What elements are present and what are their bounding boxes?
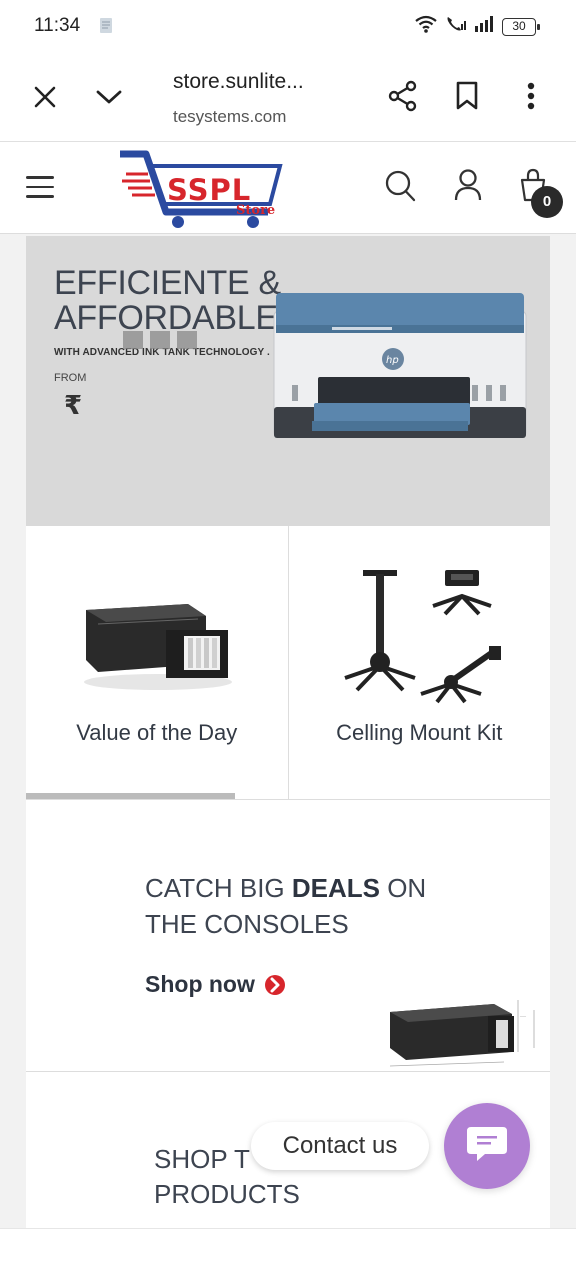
site-logo[interactable]: SSPL Store [118,150,283,230]
hero-placeholder-squares [123,331,197,349]
chat-button[interactable] [444,1103,530,1189]
svg-text:hp: hp [386,355,399,366]
shop-title-line2: PRODUCTS [154,1179,300,1209]
shop-now-link[interactable]: Shop now [145,971,255,998]
site-header: SSPL Store [0,142,576,234]
account-icon[interactable] [454,169,482,206]
signal-icon [474,15,496,38]
chat-icon [465,1124,509,1169]
url-title[interactable]: store.sunlite... [173,70,304,94]
arrow-right-icon[interactable] [264,974,286,1001]
menu-icon[interactable] [26,176,54,200]
more-vert-icon[interactable] [520,80,542,112]
hero-title-line1: EFFICIENTE & [54,264,281,302]
hero-printer-image: hp [272,291,532,456]
slider-scrollbar[interactable] [26,793,235,799]
notification-icon [97,16,115,39]
logo-text: SSPL [167,173,252,207]
status-indicators: 30 [414,14,540,39]
call-signal-icon [444,14,468,39]
hero-banner[interactable]: EFFICIENTE & AFFORDABLE. WITH ADVANCED I… [26,236,550,526]
battery-icon: 30 [502,17,540,36]
printer-image [78,594,238,699]
deals-title-post: ON [379,873,427,903]
ceiling-mount-image [341,568,503,713]
logo-store-text: Store [236,203,276,218]
svg-text:___: ___ [519,1012,527,1017]
share-icon[interactable] [386,79,420,113]
deals-banner[interactable]: CATCH BIG DEALS ON THE CONSOLES Shop now… [26,800,550,1072]
status-bar: 11:34 30 [0,0,576,52]
hero-title: EFFICIENTE & AFFORDABLE. [54,266,287,336]
deals-title-pre: CATCH BIG [145,873,292,903]
wifi-icon [414,14,438,39]
status-time: 11:34 [34,15,81,36]
bottom-area [0,1228,576,1280]
url-domain[interactable]: tesystems.com [173,107,286,127]
page-content: EFFICIENTE & AFFORDABLE. WITH ADVANCED I… [26,236,550,1228]
deals-printer-image: ___ [384,990,554,1075]
hero-from-label: FROM [54,372,87,384]
deals-title: CATCH BIG DEALS ON THE CONSOLES [145,870,426,942]
bookmark-icon[interactable] [453,80,481,112]
chevron-down-icon[interactable] [93,82,125,112]
contact-us-label[interactable]: Contact us [251,1122,429,1170]
tile-label: Celling Mount Kit [336,720,503,745]
tile-label: Value of the Day [76,720,238,745]
close-icon[interactable] [30,82,60,112]
rupee-icon: ₹ [64,390,83,420]
browser-toolbar: store.sunlite... tesystems.com [0,52,576,142]
deals-title-line2: THE CONSOLES [145,909,349,939]
category-tiles: Value of the Day Celling Mount Kit [26,526,550,800]
tile-value-of-the-day[interactable]: Value of the Day [26,526,288,799]
cart-count-badge[interactable]: 0 [531,186,563,218]
tile-celling-mount-kit[interactable]: Celling Mount Kit [287,526,551,799]
deals-title-bold: DEALS [291,873,380,903]
search-icon[interactable] [384,169,416,208]
